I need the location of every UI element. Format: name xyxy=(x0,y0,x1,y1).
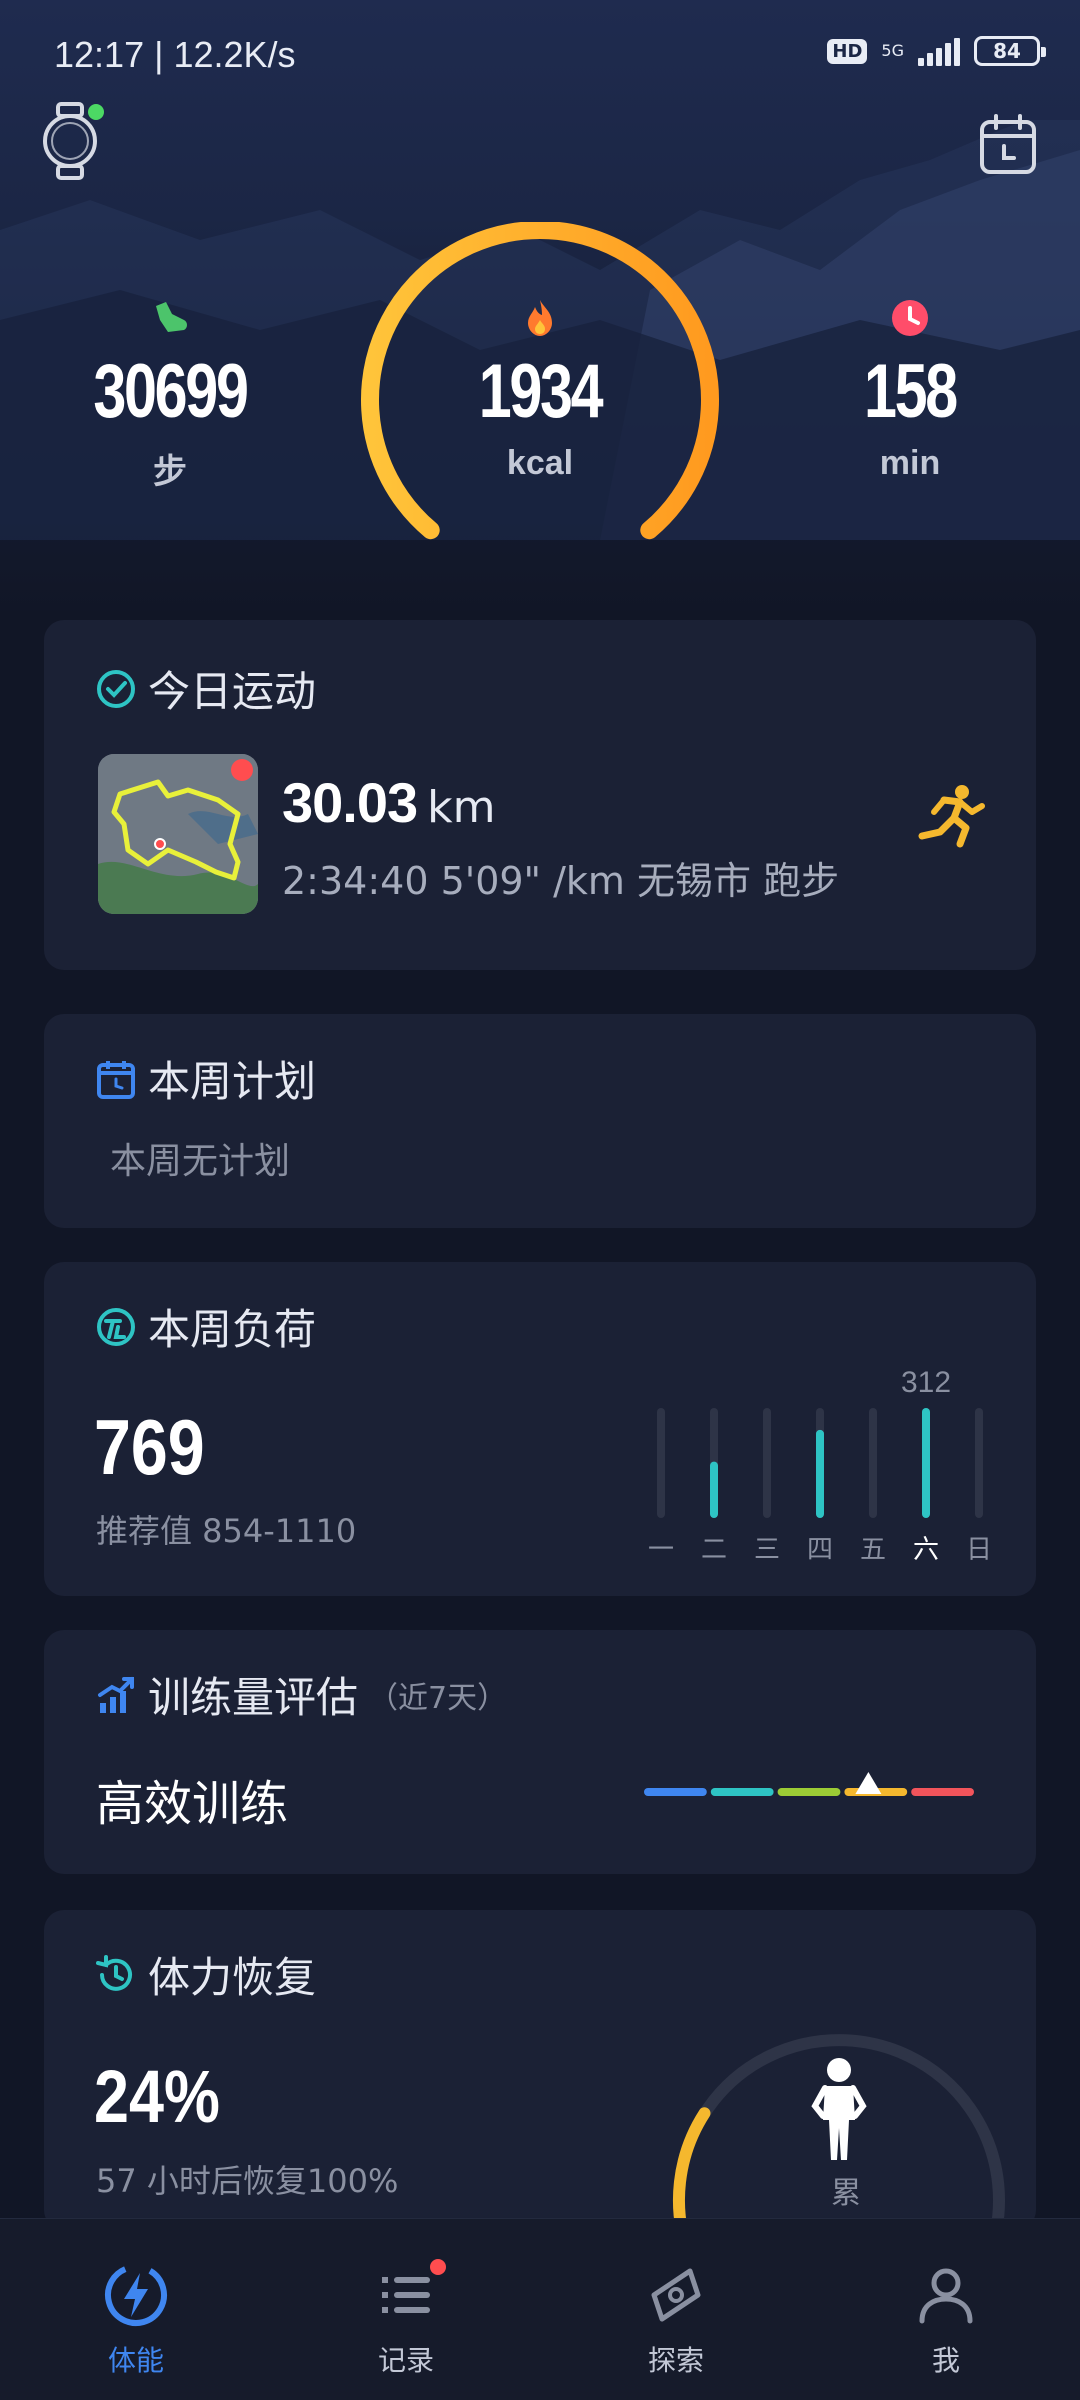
plan-title-label: 本周计划 xyxy=(148,1057,317,1106)
nav-explore-label: 探索 xyxy=(647,2344,704,2377)
weekly-load-chart: 一二三四五六 312 日 xyxy=(648,1366,992,1565)
today-title-label: 今日运动 xyxy=(148,667,317,716)
run-distance: 30.03 km xyxy=(282,770,495,835)
load-title: 本周负荷 xyxy=(94,1296,316,1357)
minutes-stat[interactable]: 158 min xyxy=(800,296,1020,483)
eval-title-label: 训练量评估 xyxy=(148,1673,359,1722)
training-level-bar xyxy=(644,1772,974,1796)
route-map-thumbnail[interactable] xyxy=(98,754,258,914)
minutes-unit: min xyxy=(879,444,941,482)
load-peak-label: 312 xyxy=(901,1366,951,1399)
load-title-label: 本周负荷 xyxy=(148,1305,317,1354)
battery-icon: 84 xyxy=(974,36,1046,66)
compass-icon xyxy=(651,2268,701,2322)
person-icon xyxy=(919,2268,973,2324)
records-badge-dot xyxy=(430,2259,446,2275)
flame-icon xyxy=(528,300,552,336)
battery-level: 84 xyxy=(993,39,1021,63)
load-bar-track xyxy=(869,1408,877,1518)
eval-title: 训练量评估 （近7天） xyxy=(94,1664,507,1725)
calories-value: 1934 xyxy=(478,349,604,434)
run-distance-value: 30.03 xyxy=(282,771,418,834)
recovery-status: 累 xyxy=(831,2176,861,2211)
watch-icon xyxy=(43,102,104,180)
steps-stat[interactable]: 30699 步 xyxy=(60,296,280,493)
signal-icon xyxy=(918,36,960,66)
bolt-icon xyxy=(105,2263,167,2326)
route-map xyxy=(98,754,258,914)
weekly-plan-card[interactable]: 本周计划 本周无计划 xyxy=(44,1014,1036,1228)
load-day-label: 五 xyxy=(860,1535,886,1565)
today-title: 今日运动 xyxy=(94,658,316,719)
calories-stat[interactable]: 1934 kcal xyxy=(420,296,660,483)
load-day-label: 日 xyxy=(966,1535,992,1565)
today-exercise-card[interactable]: 今日运动 30.03 km 2:34:40 5'09" /km 无锡市 跑步 xyxy=(44,620,1036,970)
training-load-icon xyxy=(97,1307,135,1346)
recovery-title: 体力恢复 xyxy=(94,1944,316,2005)
nav-fitness-label: 体能 xyxy=(107,2344,164,2377)
nav-records[interactable]: 记录 xyxy=(336,2259,476,2379)
steps-value: 30699 xyxy=(93,349,248,434)
calendar-icon xyxy=(980,114,1036,174)
calories-unit: kcal xyxy=(506,444,574,482)
status-time: 12:17 | 12.2K/s xyxy=(54,34,296,75)
load-day-label: 四 xyxy=(807,1535,833,1565)
recovery-clock-icon xyxy=(96,1954,132,1991)
bottom-nav: 体能 记录 探索 我 xyxy=(0,2218,1080,2400)
load-day-label: 六 xyxy=(913,1535,939,1565)
calendar-button[interactable] xyxy=(978,112,1038,176)
load-bar xyxy=(816,1429,824,1518)
running-icon xyxy=(918,785,985,848)
run-detail: 2:34:40 5'09" /km 无锡市 跑步 xyxy=(282,859,840,903)
nav-me[interactable]: 我 xyxy=(876,2259,1016,2379)
load-bar xyxy=(710,1461,718,1518)
load-recommended-range: 推荐值 854-1110 xyxy=(96,1512,357,1550)
shoe-icon xyxy=(156,302,187,332)
run-distance-unit: km xyxy=(427,782,496,833)
recovery-time-text: 57 小时后恢复100% xyxy=(96,2162,399,2200)
training-evaluation-card[interactable]: 训练量评估 （近7天） 高效训练 xyxy=(44,1630,1036,1874)
eval-segment xyxy=(710,1788,774,1796)
status-bar: 12:17 | 12.2K/s HD 5G 84 xyxy=(0,0,1080,110)
plan-title: 本周计划 xyxy=(94,1048,316,1109)
nav-me-label: 我 xyxy=(931,2344,960,2377)
recovery-gauge-fill xyxy=(672,2107,711,2230)
network-type: 5G xyxy=(881,41,904,60)
load-bar-track xyxy=(657,1408,665,1518)
load-day-label: 一 xyxy=(648,1535,674,1565)
eval-segment xyxy=(777,1788,841,1796)
nav-explore[interactable]: 探索 xyxy=(606,2259,746,2379)
plan-empty-text: 本周无计划 xyxy=(110,1141,291,1182)
eval-marker xyxy=(855,1772,882,1794)
nav-fitness[interactable]: 体能 xyxy=(66,2259,206,2379)
load-value: 769 xyxy=(94,1403,205,1491)
recovery-card[interactable]: 体力恢复 24% 57 小时后恢复100% 累 xyxy=(44,1910,1036,2230)
load-bar-track xyxy=(763,1408,771,1518)
load-bar xyxy=(922,1408,930,1518)
check-circle-icon xyxy=(97,669,135,708)
hd-badge: HD xyxy=(827,38,868,64)
load-day-label: 二 xyxy=(701,1535,727,1565)
calendar-clock-icon xyxy=(97,1060,135,1099)
eval-subtitle: （近7天） xyxy=(368,1680,508,1716)
recovery-percent: 24% xyxy=(94,2055,220,2138)
load-day-label: 三 xyxy=(754,1535,780,1565)
steps-unit: 步 xyxy=(153,453,187,491)
weekly-load-card[interactable]: 本周负荷 769 推荐值 854-1110 一二三四五六 312 日 xyxy=(44,1262,1036,1596)
recovery-title-label: 体力恢复 xyxy=(148,1953,317,2002)
nav-records-label: 记录 xyxy=(377,2344,434,2377)
eval-segment xyxy=(644,1788,707,1796)
tired-person-icon xyxy=(811,2058,867,2160)
clock-icon xyxy=(892,300,928,336)
load-bar-track xyxy=(975,1408,983,1518)
eval-result: 高效训练 xyxy=(96,1776,289,1832)
watch-device-button[interactable] xyxy=(40,100,104,182)
minutes-value: 158 xyxy=(864,349,958,434)
trend-up-icon xyxy=(98,1676,134,1713)
eval-segment xyxy=(911,1788,974,1796)
status-indicators: HD 5G 84 xyxy=(827,36,1046,66)
